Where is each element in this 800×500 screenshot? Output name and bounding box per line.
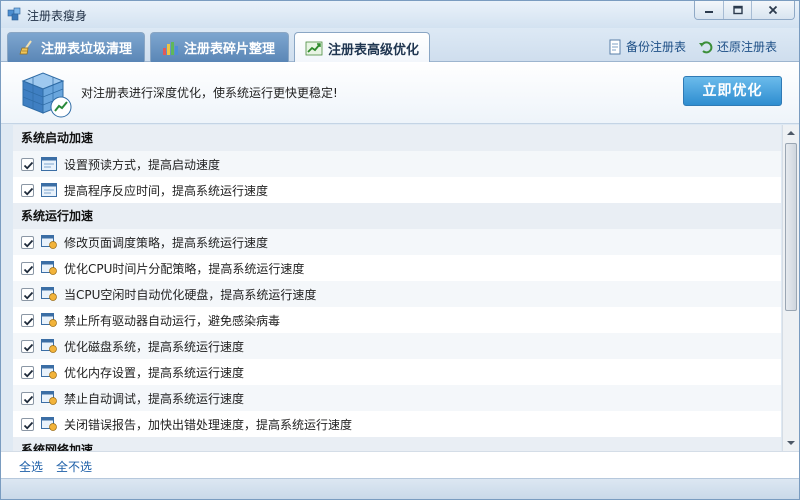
item-checkbox[interactable] <box>21 287 34 301</box>
settings-window-icon <box>41 339 57 353</box>
item-label: 当CPU空闲时自动优化硬盘，提高系统运行速度 <box>64 287 317 302</box>
checkmark-icon <box>23 265 34 273</box>
checkmark-icon <box>23 317 34 325</box>
item-checkbox[interactable] <box>21 157 34 171</box>
item-label: 修改页面调度策略，提高系统运行速度 <box>64 235 269 250</box>
item-label: 禁止自动调试，提高系统运行速度 <box>64 391 245 406</box>
list-item[interactable]: 设置预读方式，提高启动速度 <box>13 151 781 177</box>
broom-icon <box>19 39 32 54</box>
settings-window-icon <box>41 391 57 405</box>
group-header-runtime: 系统运行加速 <box>13 203 781 229</box>
window-controls <box>694 1 795 20</box>
checkmark-icon <box>23 421 34 429</box>
item-checkbox[interactable] <box>21 235 34 249</box>
optimize-now-button[interactable]: 立即优化 <box>683 76 782 106</box>
scroll-down-arrow-icon[interactable] <box>783 435 799 451</box>
tab-registry-cleanup[interactable]: 注册表垃圾清理 <box>7 32 145 62</box>
list-scrollbar[interactable] <box>782 125 799 451</box>
list-item[interactable]: 当CPU空闲时自动优化硬盘，提高系统运行速度 <box>13 281 781 307</box>
checkmark-icon <box>23 369 34 377</box>
item-label: 优化磁盘系统，提高系统运行速度 <box>64 339 245 354</box>
close-icon <box>768 5 778 15</box>
item-checkbox[interactable] <box>21 339 34 353</box>
minimize-button[interactable] <box>695 1 723 19</box>
backup-registry-link[interactable]: 备份注册表 <box>607 38 686 55</box>
item-checkbox[interactable] <box>21 365 34 379</box>
list-item[interactable]: 修改页面调度策略，提高系统运行速度 <box>13 229 781 255</box>
item-label: 禁止所有驱动器自动运行，避免感染病毒 <box>64 313 281 328</box>
tab-label: 注册表高级优化 <box>328 42 420 58</box>
item-label: 关闭错误报告，加快出错处理速度，提高系统运行速度 <box>64 417 353 432</box>
status-bar <box>1 478 799 499</box>
window-icon <box>41 157 57 171</box>
maximize-button[interactable] <box>723 1 751 19</box>
tab-strip: 注册表垃圾清理 注册表碎片整理 注册表高级优化 备份注册表 还原注册表 <box>1 28 799 63</box>
restore-registry-label: 还原注册表 <box>717 40 778 54</box>
settings-window-icon <box>41 417 57 431</box>
close-button[interactable] <box>751 1 794 19</box>
tab-registry-defrag[interactable]: 注册表碎片整理 <box>150 32 289 62</box>
tab-label: 注册表碎片整理 <box>184 42 276 57</box>
list-item[interactable]: 优化内存设置，提高系统运行速度 <box>13 359 781 385</box>
item-label: 优化内存设置，提高系统运行速度 <box>64 365 245 380</box>
checkmark-icon <box>23 239 34 247</box>
checkmark-icon <box>23 161 34 169</box>
window-icon <box>41 183 57 197</box>
select-all-link[interactable]: 全选 <box>19 458 43 475</box>
settings-window-icon <box>41 261 57 275</box>
list-item[interactable]: 优化CPU时间片分配策略，提高系统运行速度 <box>13 255 781 281</box>
settings-window-icon <box>41 365 57 379</box>
item-label: 优化CPU时间片分配策略，提高系统运行速度 <box>64 261 305 276</box>
list-item[interactable]: 禁止自动调试，提高系统运行速度 <box>13 385 781 411</box>
banner-message: 对注册表进行深度优化，使系统运行更快更稳定! <box>81 86 338 100</box>
item-checkbox[interactable] <box>21 313 34 327</box>
trend-chart-icon <box>305 41 323 56</box>
select-none-link[interactable]: 全不选 <box>56 458 92 475</box>
item-checkbox[interactable] <box>21 261 34 275</box>
list-item[interactable]: 优化磁盘系统，提高系统运行速度 <box>13 333 781 359</box>
scroll-up-arrow-icon[interactable] <box>783 125 799 141</box>
window-title: 注册表瘦身 <box>27 9 88 23</box>
title-bar: 注册表瘦身 <box>1 1 799 28</box>
backup-document-icon <box>609 39 621 54</box>
settings-window-icon <box>41 235 57 249</box>
app-window: 注册表瘦身 注册表垃圾清理 注册表碎片整理 注册表高级优化 备份注册表 还原注册… <box>0 0 800 500</box>
minimize-icon <box>705 11 713 13</box>
settings-window-icon <box>41 313 57 327</box>
settings-window-icon <box>41 287 57 301</box>
maximize-icon <box>732 5 743 15</box>
checkmark-icon <box>23 291 34 299</box>
backup-registry-label: 备份注册表 <box>626 40 687 54</box>
restore-icon <box>699 40 713 53</box>
group-header-network: 系统网络加速 <box>13 437 781 451</box>
optimization-list: 系统启动加速 设置预读方式，提高启动速度 提高程序反应时间，提高系统运行速度 系… <box>13 125 781 451</box>
registry-optimize-icon <box>21 72 72 118</box>
item-checkbox[interactable] <box>21 183 34 197</box>
list-item[interactable]: 提高程序反应时间，提高系统运行速度 <box>13 177 781 203</box>
list-item[interactable]: 关闭错误报告，加快出错处理速度，提高系统运行速度 <box>13 411 781 437</box>
checkmark-icon <box>23 395 34 403</box>
item-checkbox[interactable] <box>21 417 34 431</box>
checkmark-icon <box>23 187 34 195</box>
tab-registry-advanced[interactable]: 注册表高级优化 <box>294 32 430 63</box>
banner: 对注册表进行深度优化，使系统运行更快更稳定! 立即优化 <box>1 62 799 124</box>
item-label: 提高程序反应时间，提高系统运行速度 <box>64 183 269 198</box>
defrag-chart-icon <box>163 41 178 55</box>
item-label: 设置预读方式，提高启动速度 <box>64 157 221 172</box>
checkmark-icon <box>23 343 34 351</box>
scrollbar-thumb[interactable] <box>785 143 797 311</box>
list-item[interactable]: 禁止所有驱动器自动运行，避免感染病毒 <box>13 307 781 333</box>
restore-registry-link[interactable]: 还原注册表 <box>698 38 777 55</box>
item-checkbox[interactable] <box>21 391 34 405</box>
tab-label: 注册表垃圾清理 <box>41 42 133 57</box>
group-header-startup: 系统启动加速 <box>13 125 781 151</box>
footer-bar: 全选 全不选 <box>1 451 799 478</box>
registry-app-icon <box>7 7 21 21</box>
